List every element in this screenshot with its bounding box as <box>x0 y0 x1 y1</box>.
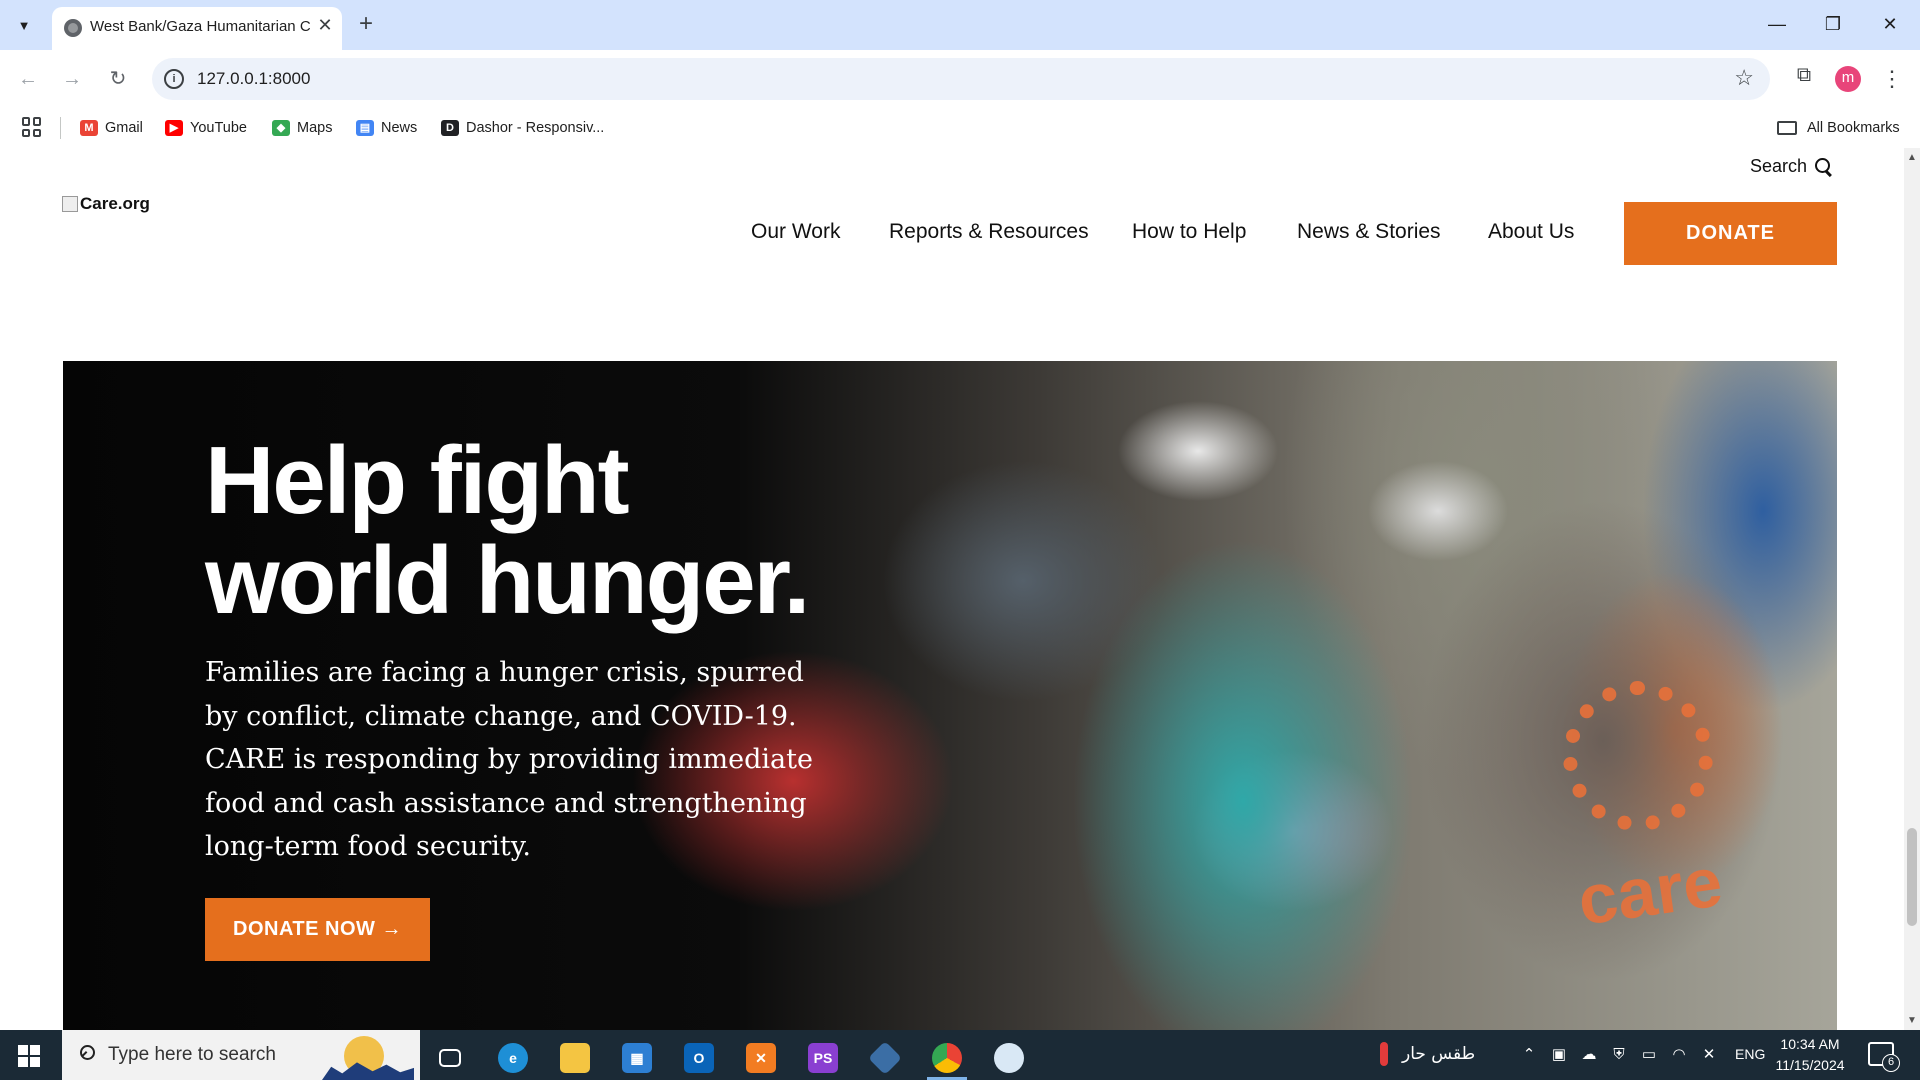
apps-grid-icon[interactable] <box>22 117 42 137</box>
site-info-icon[interactable]: i <box>164 69 184 89</box>
maps-icon: ◆ <box>272 120 290 136</box>
donate-now-button[interactable]: DONATE NOW → <box>205 898 430 961</box>
forward-arrow-icon[interactable]: → <box>57 64 87 94</box>
search-label: Search <box>1750 156 1808 176</box>
chrome-icon[interactable] <box>921 1036 973 1080</box>
edge-icon[interactable]: e <box>487 1036 539 1080</box>
url-text[interactable]: 127.0.0.1:8000 <box>197 69 310 89</box>
browser-tab-active[interactable]: West Bank/Gaza Humanitarian C ✕ <box>52 7 342 50</box>
nav-reports-resources[interactable]: Reports & Resources <box>889 220 1089 244</box>
scrollbar-thumb[interactable] <box>1907 828 1917 926</box>
bookmark-dashor[interactable]: D Dashor - Responsiv... <box>441 117 604 139</box>
bookmark-label: Gmail <box>105 120 143 136</box>
bookmark-maps[interactable]: ◆ Maps <box>272 117 332 139</box>
nav-news-stories[interactable]: News & Stories <box>1297 220 1441 244</box>
meet-now-icon[interactable]: ▣ <box>1550 1046 1568 1064</box>
care-logo-emblem <box>1563 681 1713 831</box>
hero-title: Help fight world hunger. <box>205 431 905 631</box>
page-scrollbar[interactable]: ▲ ▼ <box>1904 148 1920 1030</box>
hero-banner: care Help fight world hunger. Families a… <box>63 361 1837 1030</box>
xampp-icon[interactable]: ✕ <box>735 1036 787 1080</box>
maximize-button[interactable]: ❐ <box>1818 11 1848 37</box>
volume-muted-icon[interactable]: ✕ <box>1700 1046 1718 1064</box>
site-search-button[interactable]: Search <box>1750 156 1833 177</box>
phpstorm-icon[interactable]: PS <box>797 1036 849 1080</box>
reload-icon[interactable]: ↻ <box>103 64 133 94</box>
language-indicator[interactable]: ENG <box>1735 1046 1765 1062</box>
scroll-down-arrow-icon[interactable]: ▼ <box>1907 1015 1917 1026</box>
hero-title-line-1: Help fight <box>205 427 630 534</box>
search-icon <box>1815 157 1833 176</box>
windows-taskbar: Type here to search e ▦ O ✕ PS طقس حار ⌃… <box>0 1030 1920 1080</box>
microsoft-store-icon[interactable]: ▦ <box>611 1036 663 1080</box>
tab-search-button[interactable]: ▼ <box>10 12 38 38</box>
news-icon: ▤ <box>356 120 374 136</box>
bookmark-news[interactable]: ▤ News <box>356 117 417 139</box>
hero-title-line-2: world hunger. <box>205 527 810 634</box>
bookmark-gmail[interactable]: M Gmail <box>80 117 143 139</box>
notification-count-badge: 6 <box>1882 1054 1900 1072</box>
clock-time: 10:34 AM <box>1780 1036 1840 1052</box>
address-bar[interactable]: i 127.0.0.1:8000 ☆ <box>152 58 1770 100</box>
system-clock[interactable]: 10:34 AM 11/15/2024 <box>1770 1034 1850 1076</box>
taskbar-search-box[interactable]: Type here to search <box>62 1030 420 1080</box>
chevron-down-icon: ▼ <box>17 17 31 33</box>
nav-about-us[interactable]: About Us <box>1488 220 1574 244</box>
outlook-icon[interactable]: O <box>673 1036 725 1080</box>
bookmarks-bar: M Gmail ▶ YouTube ◆ Maps ▤ News D Dashor… <box>0 108 1920 148</box>
folder-icon <box>1777 121 1797 135</box>
care-vest-logo: care <box>1573 842 1727 940</box>
weather-text: طقس حار <box>1402 1044 1476 1064</box>
logo-alt-text: Care.org <box>80 194 150 213</box>
gmail-icon: M <box>80 120 98 136</box>
battery-icon[interactable]: ▭ <box>1640 1046 1658 1064</box>
thermometer-icon <box>1380 1042 1388 1066</box>
bookmark-label: Maps <box>297 120 333 136</box>
clock-date: 11/15/2024 <box>1775 1057 1845 1073</box>
dashor-icon: D <box>441 120 459 136</box>
onedrive-icon[interactable]: ☁ <box>1580 1046 1598 1064</box>
weather-widget[interactable]: طقس حار <box>1380 1042 1475 1066</box>
bookmark-label: Dashor - Responsiv... <box>466 120 605 136</box>
paint-icon[interactable] <box>983 1036 1035 1080</box>
browser-menu-icon[interactable]: ⋮ <box>1880 64 1904 94</box>
bookmark-youtube[interactable]: ▶ YouTube <box>165 117 247 139</box>
file-explorer-icon[interactable] <box>549 1036 601 1080</box>
page-viewport: Search Care.org Our Work Reports & Resou… <box>0 148 1904 1030</box>
browser-tab-strip: ▼ West Bank/Gaza Humanitarian C ✕ + — ❐ … <box>0 0 1920 50</box>
tab-close-icon[interactable]: ✕ <box>314 14 336 36</box>
tab-title: West Bank/Gaza Humanitarian C <box>90 18 310 35</box>
git-icon[interactable] <box>859 1036 911 1080</box>
site-logo[interactable]: Care.org <box>62 194 150 214</box>
taskbar-search-placeholder: Type here to search <box>108 1044 276 1065</box>
donate-button[interactable]: DONATE <box>1624 202 1837 265</box>
extensions-icon[interactable]: ⧉ <box>1790 64 1818 92</box>
new-tab-button[interactable]: + <box>352 11 380 39</box>
youtube-icon: ▶ <box>165 120 183 136</box>
security-icon[interactable]: ⛨ <box>1610 1046 1628 1064</box>
broken-image-icon <box>62 196 78 212</box>
globe-icon <box>64 19 82 37</box>
search-icon <box>76 1045 95 1063</box>
bookmark-label: News <box>381 120 418 136</box>
bookmark-star-icon[interactable]: ☆ <box>1734 65 1754 91</box>
scroll-up-arrow-icon[interactable]: ▲ <box>1907 152 1917 163</box>
back-arrow-icon[interactable]: ← <box>13 64 43 94</box>
nav-our-work[interactable]: Our Work <box>751 220 840 244</box>
nav-how-to-help[interactable]: How to Help <box>1132 220 1246 244</box>
search-highlight-image <box>322 1034 414 1080</box>
bookmarks-divider <box>60 117 61 139</box>
browser-toolbar: ← → ↻ i 127.0.0.1:8000 ☆ ⧉ m ⋮ <box>0 50 1920 108</box>
close-window-button[interactable]: ✕ <box>1875 11 1905 37</box>
all-bookmarks-label: All Bookmarks <box>1807 120 1900 136</box>
all-bookmarks-button[interactable]: All Bookmarks <box>1777 117 1900 139</box>
wifi-icon[interactable]: ◠ <box>1670 1046 1688 1064</box>
show-hidden-icons-chevron-icon[interactable]: ⌃ <box>1520 1046 1538 1064</box>
profile-avatar[interactable]: m <box>1835 66 1861 92</box>
windows-start-icon[interactable] <box>18 1045 40 1067</box>
task-view-icon[interactable] <box>424 1036 476 1080</box>
hero-description: Families are facing a hunger crisis, spu… <box>205 657 813 862</box>
minimize-button[interactable]: — <box>1762 11 1792 37</box>
bookmark-label: YouTube <box>190 120 247 136</box>
